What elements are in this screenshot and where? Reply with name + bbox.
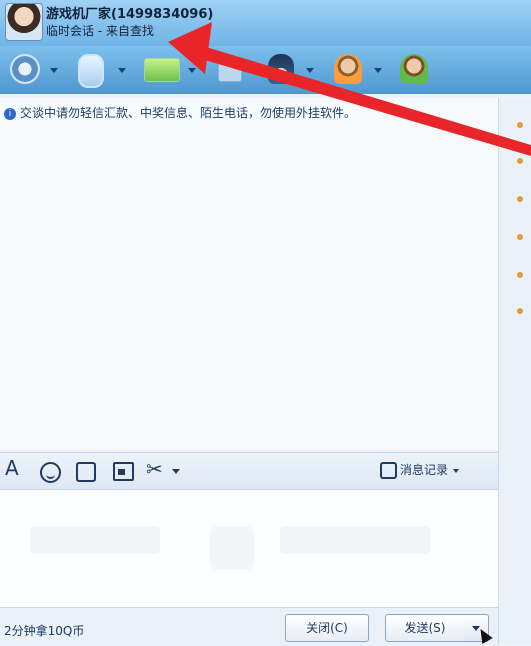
side-panel-bullet-icon	[517, 196, 523, 202]
security-icon[interactable]	[268, 54, 294, 84]
side-panel-bullet-icon	[517, 158, 523, 164]
add-friend-dropdown-icon[interactable]	[374, 68, 382, 73]
faded-watermark	[30, 526, 160, 554]
right-side-panel	[498, 98, 531, 645]
edit-icon[interactable]	[76, 462, 96, 482]
security-warning-text: 交谈中请勿轻信汇款、中奖信息、陌生电话，勿使用外挂软件。	[20, 106, 357, 120]
message-display-area[interactable]	[0, 98, 498, 450]
video-call-icon[interactable]	[10, 54, 40, 84]
side-panel-bullet-icon	[517, 272, 523, 278]
faded-watermark	[210, 526, 254, 570]
contact-profile-icon[interactable]	[400, 54, 428, 84]
voice-dropdown-icon[interactable]	[118, 68, 126, 73]
screenshot-dropdown-icon[interactable]	[172, 469, 180, 474]
video-dropdown-icon[interactable]	[50, 68, 58, 73]
send-image-icon[interactable]	[113, 462, 134, 481]
add-friend-icon[interactable]	[334, 54, 362, 84]
contact-avatar[interactable]	[5, 3, 43, 41]
main-toolbar	[0, 46, 531, 94]
session-status: 临时会话 - 来自查找	[46, 24, 154, 38]
message-history-button[interactable]: 消息记录	[380, 459, 460, 481]
input-toolbar: A ✂ 消息记录	[0, 452, 498, 490]
security-warning: i 交谈中请勿轻信汇款、中奖信息、陌生电话，勿使用外挂软件。	[4, 104, 356, 120]
promo-link[interactable]: 2分钟拿10Q币	[4, 622, 84, 639]
send-file-icon[interactable]	[144, 58, 180, 82]
emoticon-icon[interactable]	[40, 462, 61, 483]
faded-watermark	[280, 526, 430, 554]
side-panel-bullet-icon	[517, 234, 523, 240]
screenshot-scissors-icon[interactable]: ✂	[146, 459, 163, 479]
font-icon[interactable]: A	[5, 458, 19, 478]
send-button[interactable]: 发送(S)	[385, 614, 465, 642]
voice-call-icon[interactable]	[78, 54, 104, 88]
info-icon: i	[4, 107, 16, 120]
chat-window: 游戏机厂家(1499834096) 临时会话 - 来自查找 i 交谈中请勿轻信汇款…	[0, 0, 531, 646]
security-dropdown-icon[interactable]	[306, 68, 314, 73]
file-dropdown-icon[interactable]	[188, 68, 196, 73]
side-panel-bullet-icon	[517, 308, 523, 314]
title-bar: 游戏机厂家(1499834096) 临时会话 - 来自查找	[0, 0, 531, 46]
contact-name[interactable]: 游戏机厂家(1499834096)	[46, 3, 213, 22]
remote-desktop-icon[interactable]	[218, 58, 242, 82]
chevron-down-icon	[453, 468, 460, 473]
history-icon	[380, 462, 397, 479]
side-panel-bullet-icon	[517, 122, 523, 128]
message-history-label: 消息记录	[400, 463, 449, 477]
close-button[interactable]: 关闭(C)	[285, 614, 369, 642]
